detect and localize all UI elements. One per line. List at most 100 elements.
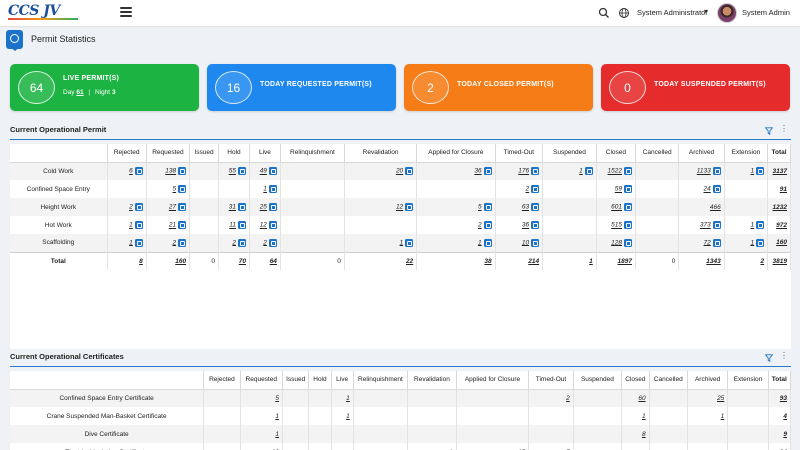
open-record-icon[interactable] bbox=[712, 167, 721, 176]
open-record-icon[interactable] bbox=[756, 238, 765, 247]
open-record-icon[interactable] bbox=[134, 221, 143, 229]
more-vertical-icon[interactable]: ⋮ bbox=[780, 352, 788, 363]
globe-icon[interactable] bbox=[618, 7, 630, 19]
open-record-icon[interactable] bbox=[237, 203, 246, 211]
count-link[interactable]: 31 bbox=[229, 204, 236, 211]
count-link[interactable]: 22 bbox=[406, 258, 413, 265]
open-record-icon[interactable] bbox=[483, 203, 492, 211]
count-link[interactable]: 972 bbox=[776, 222, 787, 229]
count-link[interactable]: 25 bbox=[260, 204, 267, 211]
count-link[interactable]: 1522 bbox=[608, 168, 622, 175]
open-record-icon[interactable] bbox=[624, 221, 632, 229]
count-link[interactable]: 49 bbox=[260, 168, 267, 175]
count-link[interactable]: 1 bbox=[129, 222, 133, 229]
open-record-icon[interactable] bbox=[237, 238, 246, 247]
open-record-icon[interactable] bbox=[712, 221, 721, 229]
count-link[interactable]: 1343 bbox=[706, 258, 720, 265]
count-link[interactable]: 2 bbox=[760, 258, 764, 265]
open-record-icon[interactable] bbox=[237, 167, 246, 176]
count-link[interactable]: 1 bbox=[346, 413, 350, 420]
count-link[interactable]: 1 bbox=[750, 222, 754, 229]
count-link[interactable]: 5 bbox=[275, 395, 279, 402]
count-link[interactable]: 70 bbox=[239, 258, 246, 265]
open-record-icon[interactable] bbox=[268, 203, 277, 211]
count-link[interactable]: 12 bbox=[396, 204, 403, 211]
open-record-icon[interactable] bbox=[531, 167, 540, 176]
open-record-icon[interactable] bbox=[624, 185, 632, 193]
count-link[interactable]: 63 bbox=[522, 204, 529, 211]
count-link[interactable]: 2 bbox=[525, 186, 529, 193]
open-record-icon[interactable] bbox=[624, 203, 632, 211]
count-link[interactable]: 27 bbox=[169, 204, 176, 211]
count-link[interactable]: 12 bbox=[260, 222, 267, 229]
count-link[interactable]: 1 bbox=[275, 431, 279, 438]
menu-icon[interactable] bbox=[120, 7, 132, 17]
user-role-dropdown[interactable]: System Administrator bbox=[637, 8, 708, 17]
open-record-icon[interactable] bbox=[134, 203, 143, 211]
count-link[interactable]: 1897 bbox=[618, 258, 632, 265]
open-record-icon[interactable] bbox=[531, 238, 540, 247]
open-record-icon[interactable] bbox=[268, 221, 277, 229]
count-link[interactable]: 2 bbox=[172, 239, 176, 246]
open-record-icon[interactable] bbox=[268, 238, 277, 247]
count-link[interactable]: 59 bbox=[615, 186, 622, 193]
open-record-icon[interactable] bbox=[178, 221, 187, 229]
open-record-icon[interactable] bbox=[756, 167, 765, 176]
search-icon[interactable] bbox=[598, 7, 610, 19]
count-link[interactable]: 2 bbox=[129, 204, 133, 211]
count-link[interactable]: 160 bbox=[175, 258, 186, 265]
day-count[interactable]: 61 bbox=[76, 89, 83, 96]
count-link[interactable]: 138 bbox=[165, 168, 176, 175]
count-link[interactable]: 36 bbox=[474, 168, 481, 175]
count-link[interactable]: 36 bbox=[522, 222, 529, 229]
open-record-icon[interactable] bbox=[178, 203, 187, 211]
filter-icon[interactable] bbox=[765, 127, 773, 135]
open-record-icon[interactable] bbox=[268, 185, 277, 193]
open-record-icon[interactable] bbox=[624, 167, 632, 176]
today-suspended-card[interactable]: 0 TODAY SUSPENDED PERMIT(S) bbox=[601, 64, 790, 111]
count-link[interactable]: 1 bbox=[750, 168, 754, 175]
count-link[interactable]: 38 bbox=[484, 258, 491, 265]
count-link[interactable]: 55 bbox=[229, 168, 236, 175]
count-link[interactable]: 1 bbox=[721, 413, 725, 420]
count-link[interactable]: 3137 bbox=[773, 168, 787, 175]
count-link[interactable]: 11 bbox=[229, 222, 236, 229]
count-link[interactable]: 25 bbox=[717, 395, 724, 402]
today-requested-card[interactable]: 16 TODAY REQUESTED PERMIT(S) bbox=[207, 64, 396, 111]
open-record-icon[interactable] bbox=[134, 238, 143, 247]
count-link[interactable]: 2 bbox=[263, 239, 267, 246]
user-name[interactable]: System Admin bbox=[742, 8, 790, 17]
count-link[interactable]: 1133 bbox=[697, 168, 711, 175]
open-record-icon[interactable] bbox=[405, 203, 414, 211]
count-link[interactable]: 8 bbox=[642, 431, 646, 438]
avatar[interactable] bbox=[717, 3, 737, 23]
count-link[interactable]: 72 bbox=[704, 239, 711, 246]
count-link[interactable]: 601 bbox=[611, 204, 622, 211]
count-link[interactable]: 4 bbox=[783, 413, 787, 420]
open-record-icon[interactable] bbox=[134, 167, 143, 176]
count-link[interactable]: 515 bbox=[611, 222, 622, 229]
count-link[interactable]: 1232 bbox=[773, 204, 787, 211]
chevron-down-icon[interactable]: ▾ bbox=[704, 7, 708, 16]
count-link[interactable]: 176 bbox=[518, 168, 529, 175]
count-link[interactable]: 93 bbox=[780, 395, 787, 402]
open-record-icon[interactable] bbox=[178, 185, 187, 193]
count-link[interactable]: 1 bbox=[400, 239, 404, 246]
count-link[interactable]: 8 bbox=[139, 258, 143, 265]
open-record-icon[interactable] bbox=[483, 167, 492, 176]
open-record-icon[interactable] bbox=[624, 238, 632, 247]
open-record-icon[interactable] bbox=[268, 167, 277, 176]
count-link[interactable]: 5 bbox=[172, 186, 176, 193]
count-link[interactable]: 20 bbox=[396, 168, 403, 175]
filter-icon[interactable] bbox=[765, 354, 773, 362]
open-record-icon[interactable] bbox=[483, 221, 492, 229]
open-record-icon[interactable] bbox=[584, 167, 593, 176]
open-record-icon[interactable] bbox=[483, 238, 492, 247]
count-link[interactable]: 21 bbox=[169, 222, 176, 229]
today-closed-card[interactable]: 2 TODAY CLOSED PERMIT(S) bbox=[404, 64, 593, 111]
open-record-icon[interactable] bbox=[531, 221, 540, 229]
count-link[interactable]: 2 bbox=[232, 239, 236, 246]
count-link[interactable]: 2 bbox=[478, 222, 482, 229]
open-record-icon[interactable] bbox=[405, 167, 414, 176]
open-record-icon[interactable] bbox=[178, 238, 187, 247]
